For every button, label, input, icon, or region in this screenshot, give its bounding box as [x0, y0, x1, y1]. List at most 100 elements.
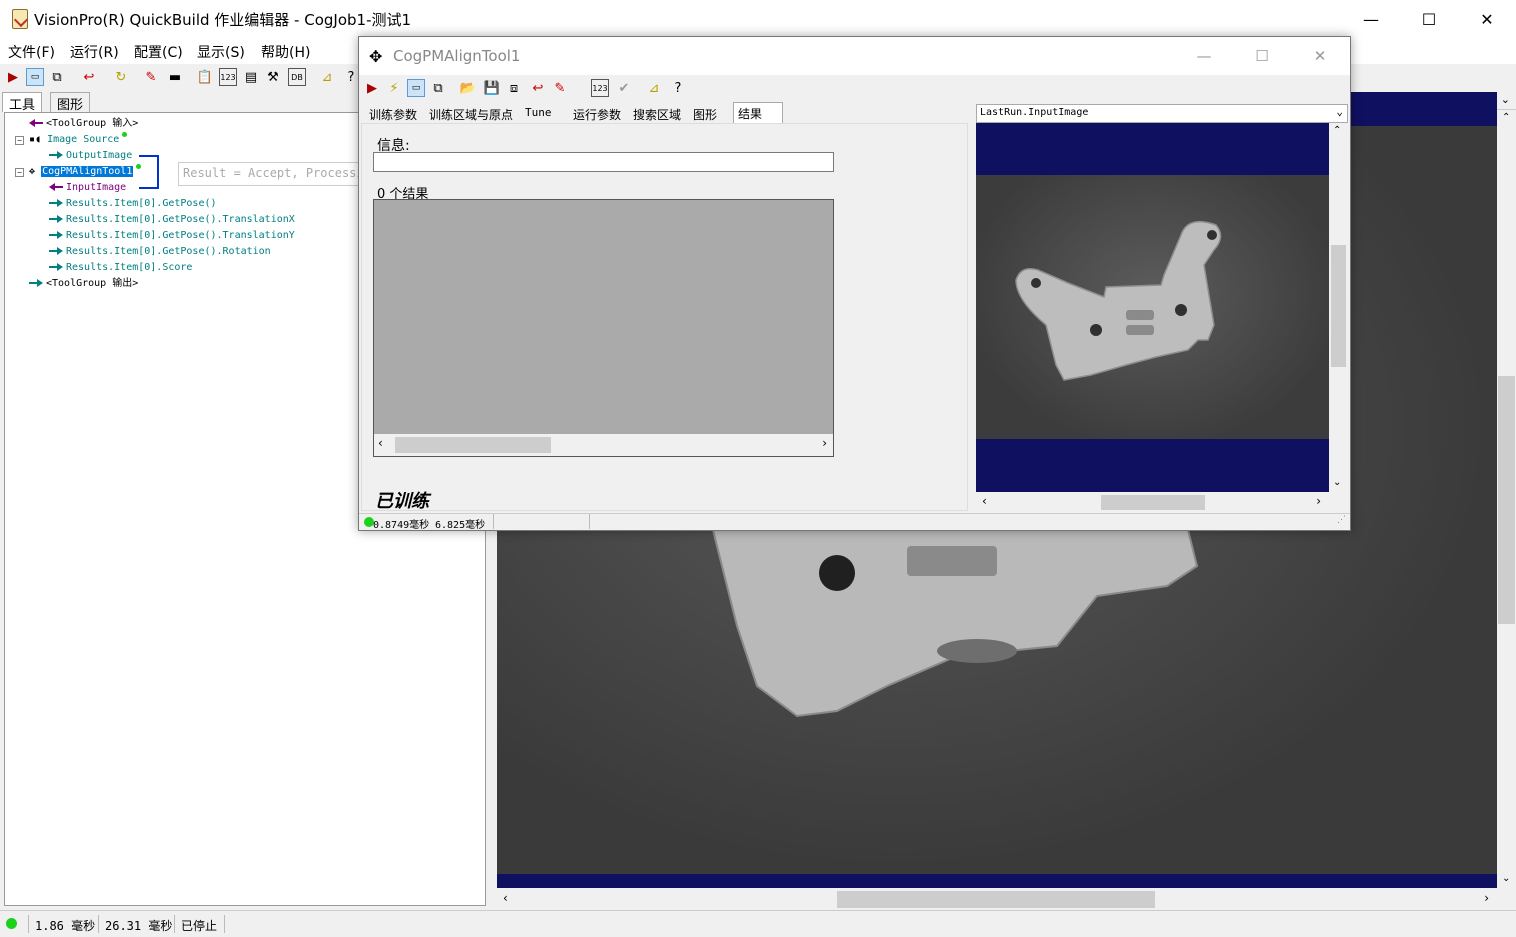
tree-result-item[interactable]: Results.Item[0].GetPose().TranslationY — [49, 228, 295, 243]
menu-config[interactable]: 配置(C) — [134, 42, 183, 62]
dialog-maximize-button[interactable]: ☐ — [1233, 37, 1291, 75]
menu-display[interactable]: 显示(S) — [197, 42, 245, 62]
status-state: 已停止 — [181, 919, 218, 933]
refresh-icon[interactable]: ↻ — [112, 68, 130, 86]
tree-output-image[interactable]: OutputImage — [49, 148, 132, 163]
main-titlebar: VisionPro(R) QuickBuild 作业编辑器 - CogJob1-… — [0, 0, 1516, 38]
resize-grip-icon[interactable]: ⋰ — [1337, 515, 1346, 525]
tab-search-region[interactable]: 搜索区域 — [629, 104, 685, 124]
tools-icon[interactable]: ⚒ — [264, 68, 282, 86]
output-arrow-icon — [49, 262, 63, 272]
check-icon[interactable]: ✔ — [615, 79, 633, 97]
pm-tool-icon: ✥ — [369, 47, 383, 66]
tab-results[interactable]: 结果 — [733, 102, 783, 124]
status-separator — [589, 514, 590, 529]
dialog-image-photo[interactable] — [976, 175, 1329, 439]
split-icon[interactable]: ⧈ — [505, 79, 523, 97]
tab-tools[interactable]: 工具 — [2, 92, 43, 113]
scroll-right-icon[interactable]: › — [1316, 494, 1321, 508]
tree-input-image[interactable]: InputImage — [49, 180, 126, 195]
window-icon[interactable]: ▤ — [242, 68, 260, 86]
number-icon[interactable]: 123 — [591, 79, 609, 97]
dialog-image-hthumb[interactable] — [1101, 495, 1205, 510]
menu-run[interactable]: 运行(R) — [70, 42, 119, 62]
maximize-button[interactable]: ☐ — [1400, 0, 1458, 38]
link-bracket — [139, 155, 159, 189]
scroll-down-icon[interactable]: ⌄ — [1502, 873, 1510, 884]
run-once-icon[interactable]: ▶ — [4, 68, 22, 86]
reset-icon[interactable]: ↩ — [80, 68, 98, 86]
tree-result-item[interactable]: Results.Item[0].GetPose().TranslationX — [49, 212, 295, 227]
windows-icon[interactable]: ⧉ — [429, 79, 447, 97]
scroll-right-icon[interactable]: › — [822, 436, 827, 450]
open-folder-icon[interactable]: 📂 — [459, 79, 477, 97]
tree-image-source[interactable]: ▪◖ Image Source — [29, 132, 128, 147]
pm-align-dialog: ✥ CogPMAlignTool1 — ☐ ✕ ▶ ⚡ ▭ ⧉ 📂 💾 ⧈ ↩ … — [358, 36, 1351, 531]
scroll-up-icon[interactable]: ⌃ — [1502, 112, 1510, 123]
scroll-up-icon[interactable]: ⌃ — [1333, 125, 1341, 136]
tree-result-item[interactable]: Results.Item[0].GetPose().Rotation — [49, 244, 271, 259]
results-list[interactable] — [373, 199, 834, 457]
display-icon[interactable]: ▭ — [407, 79, 425, 97]
status-bar: 1.86 毫秒 26.31 毫秒 已停止 — [0, 910, 1516, 937]
reset-icon[interactable]: ↩ — [529, 79, 547, 97]
measure-icon[interactable]: ⊿ — [645, 79, 663, 97]
chevron-down-icon[interactable]: ⌄ — [1501, 93, 1510, 106]
menu-help[interactable]: 帮助(H) — [261, 42, 310, 62]
output-arrow-icon — [49, 230, 63, 240]
db-icon[interactable]: DB — [288, 68, 306, 86]
help-icon[interactable]: ? — [669, 79, 687, 97]
dialog-toolbar: ▶ ⚡ ▭ ⧉ 📂 💾 ⧈ ↩ ✎ 123 ✔ ⊿ ? — [359, 75, 1350, 101]
run-icon[interactable]: ▶ — [363, 79, 381, 97]
dialog-minimize-button[interactable]: — — [1175, 37, 1233, 75]
scroll-left-icon[interactable]: ‹ — [982, 494, 987, 508]
windows-icon[interactable]: ⧉ — [48, 68, 66, 86]
main-vscroll-thumb[interactable] — [1498, 376, 1515, 624]
tree-pm-tool[interactable]: ✥ CogPMAlignTool1 — [29, 164, 142, 179]
tab-tune[interactable]: Tune — [521, 104, 556, 124]
chevron-down-icon[interactable]: ⌄ — [1336, 105, 1343, 118]
expand-icon[interactable]: − — [15, 168, 24, 177]
lightning-icon[interactable]: ⚡ — [385, 79, 403, 97]
status-dot-icon — [122, 132, 128, 137]
pin-icon[interactable]: ✎ — [142, 68, 160, 86]
scroll-left-icon[interactable]: ‹ — [378, 436, 383, 450]
tab-run-params[interactable]: 运行参数 — [569, 104, 625, 124]
tab-train-region[interactable]: 训练区域与原点 — [425, 104, 517, 124]
tab-graphics[interactable]: 图形 — [689, 104, 721, 124]
dash-icon[interactable]: ▬ — [166, 68, 184, 86]
status-separator — [493, 514, 494, 529]
tab-train-params[interactable]: 训练参数 — [365, 104, 421, 124]
dialog-title: CogPMAlignTool1 — [393, 47, 521, 65]
number-icon[interactable]: 123 — [219, 68, 237, 86]
window-title: VisionPro(R) QuickBuild 作业编辑器 - CogJob1-… — [34, 11, 412, 29]
output-arrow-icon — [49, 150, 63, 160]
info-field[interactable] — [373, 152, 834, 172]
minimize-button[interactable]: — — [1342, 0, 1400, 38]
dialog-titlebar: ✥ CogPMAlignTool1 — ☐ ✕ — [359, 37, 1350, 75]
dialog-status-bar: 0.8749毫秒 6.825毫秒 ⋰ — [359, 513, 1350, 531]
tree-group-input[interactable]: <ToolGroup 输入> — [29, 116, 138, 131]
close-button[interactable]: ✕ — [1458, 0, 1516, 38]
save-icon[interactable]: 💾 — [483, 79, 501, 97]
tree-group-output[interactable]: <ToolGroup 输出> — [29, 276, 138, 291]
dialog-image-vthumb[interactable] — [1331, 245, 1346, 367]
dialog-close-button[interactable]: ✕ — [1291, 37, 1349, 75]
main-hscroll-thumb[interactable] — [837, 891, 1155, 908]
tree-result-item[interactable]: Results.Item[0].Score — [49, 260, 192, 275]
display-icon[interactable]: ▭ — [26, 68, 44, 86]
measure-icon[interactable]: ⊿ — [318, 68, 336, 86]
expand-icon[interactable]: − — [15, 136, 24, 145]
scroll-down-icon[interactable]: ⌄ — [1333, 477, 1341, 488]
scroll-right-icon[interactable]: › — [1484, 891, 1489, 905]
tab-graphics[interactable]: 图形 — [50, 92, 91, 113]
results-scroll-thumb[interactable] — [395, 437, 551, 453]
tree-result-item[interactable]: Results.Item[0].GetPose() — [49, 196, 217, 211]
image-selector[interactable]: LastRun.InputImage ⌄ — [976, 104, 1348, 123]
scroll-left-icon[interactable]: ‹ — [503, 891, 508, 905]
output-arrow-icon — [49, 214, 63, 224]
menu-file[interactable]: 文件(F) — [8, 42, 55, 62]
clipboard-icon[interactable]: 📋 — [196, 68, 214, 86]
pin-icon[interactable]: ✎ — [551, 79, 569, 97]
status-time-2: 26.31 毫秒 — [105, 919, 173, 933]
